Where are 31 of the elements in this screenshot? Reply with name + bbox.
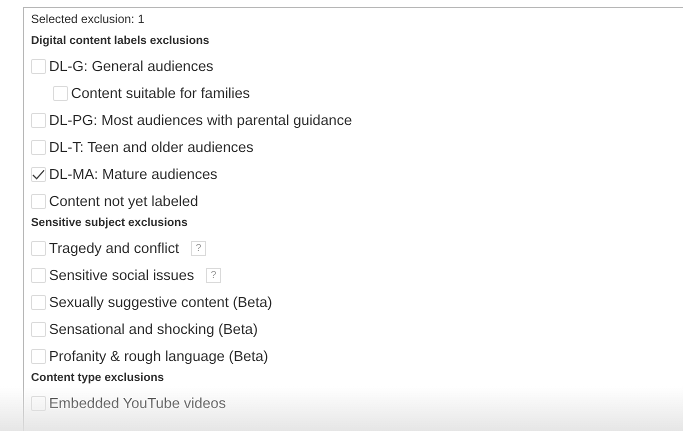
help-icon[interactable]: ? xyxy=(191,241,206,256)
checkbox-label: Tragedy and conflict xyxy=(49,240,180,256)
section-title: Content type exclusions xyxy=(31,371,165,386)
checkbox-label: Content suitable for families xyxy=(71,86,250,102)
checkbox[interactable] xyxy=(31,194,46,209)
checkbox[interactable] xyxy=(31,295,46,310)
checkmark-icon xyxy=(32,168,45,180)
checkbox-label: DL-G: General audiences xyxy=(49,58,214,74)
selected-count: Selected exclusion: 1 xyxy=(31,12,146,28)
checkbox-label: DL-T: Teen and older audiences xyxy=(49,140,254,156)
section-title: Sensitive subject exclusions xyxy=(31,216,189,231)
checkbox[interactable] xyxy=(31,167,46,182)
checkbox[interactable] xyxy=(31,113,46,128)
checkbox[interactable] xyxy=(31,140,46,155)
checkbox[interactable] xyxy=(53,86,68,101)
help-icon[interactable]: ? xyxy=(206,268,222,283)
checkbox-label: Profanity & rough language (Beta) xyxy=(49,348,268,364)
checkbox-label: DL-MA: Mature audiences xyxy=(49,166,218,182)
checkbox[interactable] xyxy=(31,349,46,364)
checkbox[interactable] xyxy=(31,322,46,337)
checkbox[interactable] xyxy=(31,396,46,411)
checkbox[interactable] xyxy=(31,59,46,74)
checkbox-label: Sexually suggestive content (Beta) xyxy=(49,294,272,310)
section-title: Digital content labels exclusions xyxy=(31,34,210,49)
checkbox[interactable] xyxy=(31,268,46,283)
checkbox-label: Content not yet labeled xyxy=(49,194,198,210)
checkbox-label: DL-PG: Most audiences with parental guidance xyxy=(49,112,352,128)
checkbox-label: Embedded YouTube videos xyxy=(49,396,226,412)
checkbox-label: Sensitive social issues xyxy=(49,268,194,284)
checkbox-label: Sensational and shocking (Beta) xyxy=(49,322,258,338)
checkbox[interactable] xyxy=(31,241,46,256)
